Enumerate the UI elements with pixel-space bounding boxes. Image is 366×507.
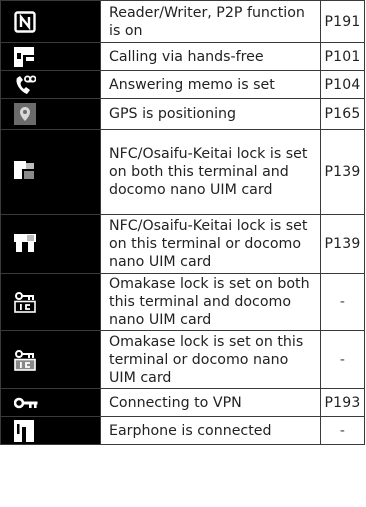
- row-page-ref: P104: [320, 70, 365, 99]
- row-description: NFC/Osaifu-Keitai lock is set on this te…: [100, 214, 321, 274]
- table-row: Omakase lock is set on this terminal or …: [0, 330, 365, 389]
- table-row: Earphone is connected -: [0, 416, 365, 445]
- row-description: Calling via hands-free: [100, 42, 321, 71]
- row-page-ref: P191: [320, 0, 365, 43]
- gps-location-icon: [14, 103, 36, 125]
- nfc-reader-writer-icon: [14, 10, 36, 33]
- table-row: Connecting to VPN P193: [0, 388, 365, 417]
- table-row: NFC/Osaifu-Keitai lock is set on this te…: [0, 214, 365, 274]
- icon-cell: [0, 70, 101, 99]
- row-page-ref: P165: [320, 98, 365, 130]
- table-row: Reader/Writer, P2P function is on P191: [0, 0, 365, 43]
- table-row: Calling via hands-free P101: [0, 42, 365, 71]
- row-page-ref: P101: [320, 42, 365, 71]
- icon-cell: [0, 0, 101, 43]
- row-description: Reader/Writer, P2P function is on: [100, 0, 321, 43]
- table-row: GPS is positioning P165: [0, 98, 365, 130]
- icon-cell: [0, 42, 101, 71]
- table-row: Answering memo is set P104: [0, 70, 365, 99]
- icon-cell: [0, 416, 101, 445]
- row-page-ref: P193: [320, 388, 365, 417]
- status-icon-table: Reader/Writer, P2P function is on P191 C…: [0, 0, 365, 445]
- icon-cell: [0, 214, 101, 274]
- nfc-lock-either-icon: [14, 234, 36, 252]
- hands-free-call-icon: [14, 46, 34, 67]
- row-page-ref: P139: [320, 129, 365, 215]
- row-description: Omakase lock is set on both this termina…: [100, 273, 321, 331]
- icon-cell: [0, 388, 101, 417]
- row-description: Answering memo is set: [100, 70, 321, 99]
- omakase-lock-either-icon: [14, 349, 36, 371]
- earphone-icon: [14, 419, 34, 442]
- row-page-ref: -: [320, 273, 365, 331]
- omakase-lock-both-icon: [14, 292, 36, 313]
- nfc-lock-both-icon: [14, 161, 34, 179]
- row-description: GPS is positioning: [100, 98, 321, 130]
- vpn-key-icon: [14, 397, 38, 408]
- icon-cell: [0, 129, 101, 215]
- row-description: NFC/Osaifu-Keitai lock is set on both th…: [100, 129, 321, 215]
- row-description: Omakase lock is set on this terminal or …: [100, 330, 321, 389]
- row-page-ref: -: [320, 330, 365, 389]
- row-page-ref: -: [320, 416, 365, 445]
- row-description: Connecting to VPN: [100, 388, 321, 417]
- table-row: Omakase lock is set on both this termina…: [0, 273, 365, 331]
- icon-cell: [0, 273, 101, 331]
- icon-cell: [0, 98, 101, 130]
- answering-memo-icon: [16, 75, 36, 94]
- row-description: Earphone is connected: [100, 416, 321, 445]
- row-page-ref: P139: [320, 214, 365, 274]
- icon-cell: [0, 330, 101, 389]
- table-row: NFC/Osaifu-Keitai lock is set on both th…: [0, 129, 365, 215]
